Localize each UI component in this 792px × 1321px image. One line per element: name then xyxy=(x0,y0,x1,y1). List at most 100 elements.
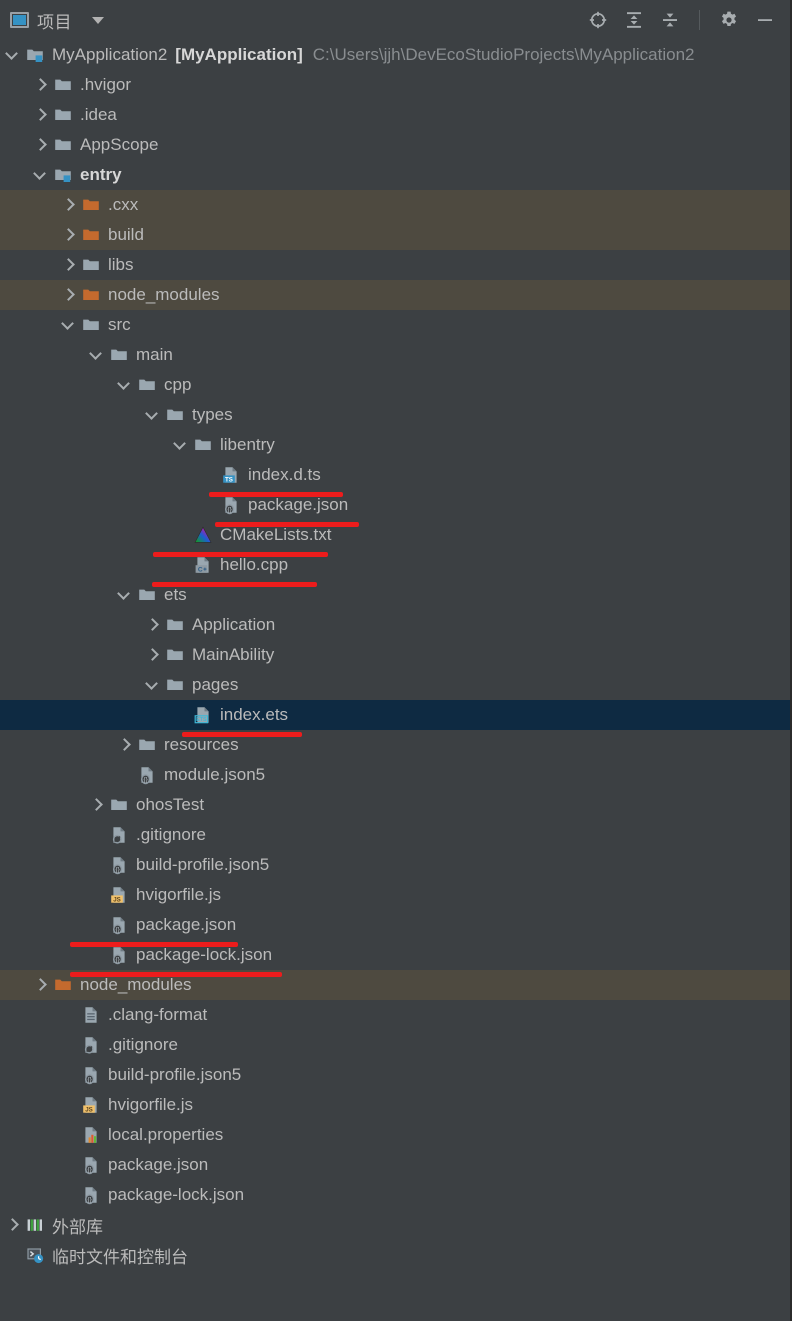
tree-row-label: libs xyxy=(108,255,134,274)
tree-row[interactable]: .cxx xyxy=(0,190,790,220)
tree-row[interactable]: MyApplication2 [MyApplication] C:\Users\jj… xyxy=(0,40,790,70)
tree-row-label: package.json xyxy=(136,915,237,934)
tree-row[interactable]: build xyxy=(0,220,790,250)
chevron-down-icon[interactable] xyxy=(145,408,159,422)
expand-all-icon[interactable] xyxy=(623,9,645,31)
json-file-icon: {} xyxy=(109,855,129,875)
tree-row[interactable]: .hvigor xyxy=(0,70,790,100)
chevron-down-icon[interactable] xyxy=(5,48,19,62)
tree-row-label: ets xyxy=(164,585,187,604)
tree-row-label: types xyxy=(192,405,233,424)
chevron-down-icon[interactable] xyxy=(89,348,103,362)
folder-icon xyxy=(109,345,129,365)
tree-row-label: ohosTest xyxy=(136,795,205,814)
tree-row[interactable]: Chello.cpp xyxy=(0,550,790,580)
tree-row[interactable]: ets xyxy=(0,580,790,610)
tree-row[interactable]: {} build-profile.json5 xyxy=(0,1060,790,1090)
project-path-label: C:\Users\jjh\DevEcoStudioProjects\MyAppl… xyxy=(312,45,695,64)
chevron-right-icon[interactable] xyxy=(89,798,103,812)
excluded-folder-icon xyxy=(81,285,101,305)
chevron-right-icon[interactable] xyxy=(61,198,75,212)
tree-row-label: MainAbility xyxy=(192,645,275,664)
tree-row-label: package-lock.json xyxy=(108,1185,245,1204)
chevron-right-icon[interactable] xyxy=(33,978,47,992)
chevron-right-icon[interactable] xyxy=(61,228,75,242)
chevron-right-icon[interactable] xyxy=(33,138,47,152)
chevron-down-icon[interactable] xyxy=(145,678,159,692)
chevron-right-icon[interactable] xyxy=(145,648,159,662)
tree-row-label: .gitignore xyxy=(108,1035,178,1054)
tree-row[interactable]: .gitignore xyxy=(0,1030,790,1060)
chevron-down-icon[interactable] xyxy=(33,168,47,182)
tree-row[interactable]: node_modules xyxy=(0,280,790,310)
chevron-down-icon[interactable] xyxy=(117,378,131,392)
underline-package-lock-json xyxy=(70,972,282,977)
tree-row[interactable]: 外部库 xyxy=(0,1210,790,1240)
project-tool-window: 项目 MyApplication2 [MyApplication] C:\Use… xyxy=(0,0,792,1321)
tree-row[interactable]: {} package.json xyxy=(0,910,790,940)
tree-row[interactable]: .gitignore xyxy=(0,820,790,850)
tree-row[interactable]: {} build-profile.json5 xyxy=(0,850,790,880)
settings-gear-icon[interactable] xyxy=(718,9,740,31)
tree-row[interactable]: pages xyxy=(0,670,790,700)
tree-row[interactable]: local.properties xyxy=(0,1120,790,1150)
tree-row[interactable]: {} package.json xyxy=(0,490,790,520)
folder-icon xyxy=(137,585,157,605)
tree-row[interactable]: libentry xyxy=(0,430,790,460)
tree-row[interactable]: Application xyxy=(0,610,790,640)
json-file-icon: {} xyxy=(81,1185,101,1205)
svg-text:C: C xyxy=(198,566,203,573)
tree-row[interactable]: AppScope xyxy=(0,130,790,160)
tree-row[interactable]: JS hvigorfile.js xyxy=(0,1090,790,1120)
chevron-right-icon[interactable] xyxy=(61,258,75,272)
collapse-all-icon[interactable] xyxy=(659,9,681,31)
chevron-down-icon[interactable] xyxy=(117,588,131,602)
tree-row[interactable]: entry xyxy=(0,160,790,190)
tree-row[interactable]: .clang-format xyxy=(0,1000,790,1030)
minimize-icon[interactable] xyxy=(754,9,776,31)
folder-icon xyxy=(193,435,213,455)
project-toolbar-actions xyxy=(587,9,780,31)
tree-row[interactable]: CMakeLists.txt xyxy=(0,520,790,550)
locate-icon[interactable] xyxy=(587,9,609,31)
chevron-right-icon[interactable] xyxy=(33,108,47,122)
project-file-tree[interactable]: MyApplication2 [MyApplication] C:\Users\jj… xyxy=(0,40,790,1270)
chevron-down-icon[interactable] xyxy=(92,16,104,24)
tree-row[interactable]: {} package-lock.json xyxy=(0,1180,790,1210)
tree-row-label: CMakeLists.txt xyxy=(220,525,332,544)
chevron-right-icon[interactable] xyxy=(5,1218,19,1232)
tree-row[interactable]: MainAbility xyxy=(0,640,790,670)
tree-row[interactable]: types xyxy=(0,400,790,430)
tree-row[interactable]: ohosTest xyxy=(0,790,790,820)
tree-row-label: hello.cpp xyxy=(220,555,289,574)
toolbar-divider xyxy=(699,10,700,30)
tree-row[interactable]: resources xyxy=(0,730,790,760)
tree-row[interactable]: .idea xyxy=(0,100,790,130)
svg-text:TS: TS xyxy=(225,476,233,483)
tree-row[interactable]: {} package.json xyxy=(0,1150,790,1180)
chevron-down-icon[interactable] xyxy=(173,438,187,452)
tree-row[interactable]: cpp xyxy=(0,370,790,400)
tree-row[interactable]: {} module.json5 xyxy=(0,760,790,790)
chevron-right-icon[interactable] xyxy=(145,618,159,632)
tree-row[interactable]: libs xyxy=(0,250,790,280)
tree-row-label: index.ets xyxy=(220,705,289,724)
tree-row[interactable]: ETS index.ets xyxy=(0,700,790,730)
chevron-down-icon[interactable] xyxy=(61,318,75,332)
chevron-right-icon[interactable] xyxy=(61,288,75,302)
tree-row[interactable]: TS index.d.ts xyxy=(0,460,790,490)
tree-row[interactable]: JS hvigorfile.js xyxy=(0,880,790,910)
chevron-right-icon[interactable] xyxy=(33,78,47,92)
tree-row-label: node_modules xyxy=(108,285,220,304)
tree-row[interactable]: main xyxy=(0,340,790,370)
chevron-right-icon[interactable] xyxy=(117,738,131,752)
excluded-folder-icon xyxy=(81,225,101,245)
tree-row-label: build xyxy=(108,225,144,244)
gitignore-file-icon xyxy=(81,1035,101,1055)
tree-row[interactable]: 临时文件和控制台 xyxy=(0,1240,790,1270)
tree-row[interactable]: src xyxy=(0,310,790,340)
tree-row-label: .hvigor xyxy=(80,75,132,94)
